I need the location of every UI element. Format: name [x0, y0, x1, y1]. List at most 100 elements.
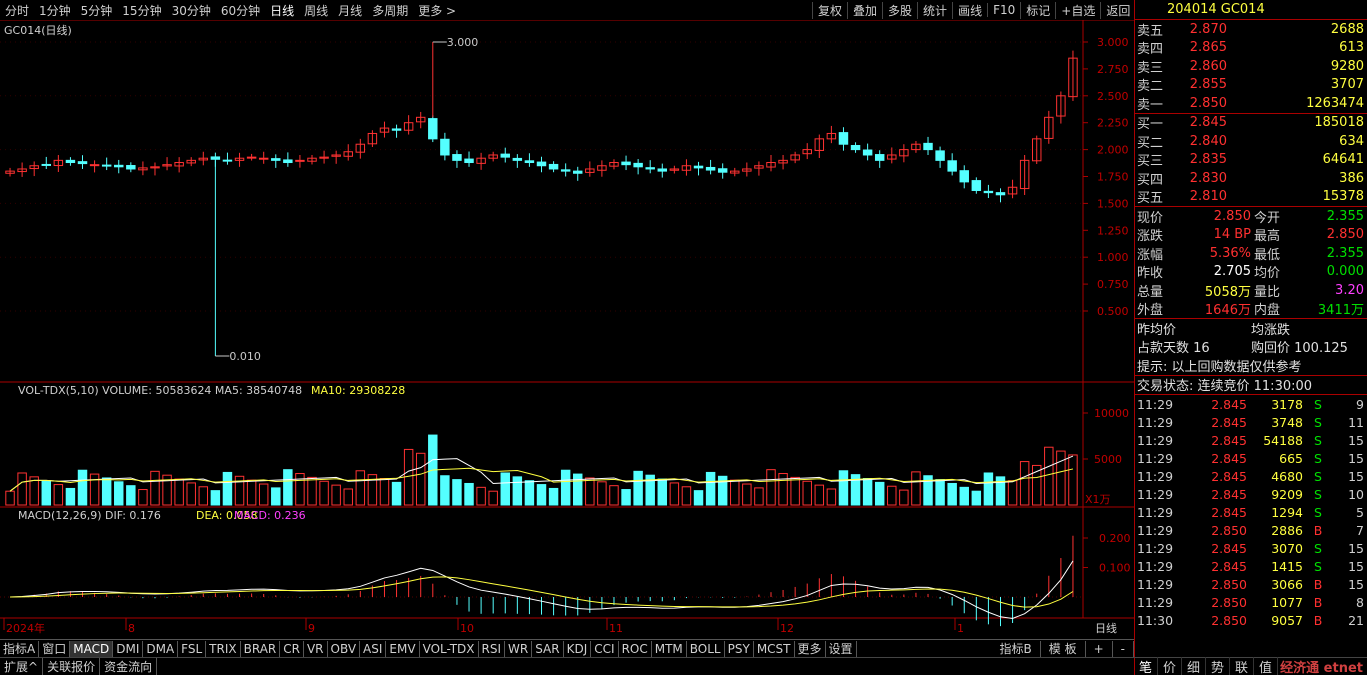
indicator-tab[interactable]: TRIX: [206, 640, 241, 657]
tick-price: 2.845: [1211, 504, 1247, 520]
panel-tab[interactable]: 值: [1254, 657, 1278, 675]
volume-bar: [560, 469, 571, 506]
bid-row[interactable]: 买四 2.830 386: [1135, 169, 1367, 188]
indicator-tab[interactable]: BOLL: [687, 640, 725, 657]
indicator-tab[interactable]: ROC: [619, 640, 652, 657]
tick-row[interactable]: 11:29 2.850 1077 B 8: [1135, 593, 1367, 611]
indicator-tab[interactable]: MCST: [754, 640, 795, 657]
tick-row[interactable]: 11:29 2.845 665 S 15: [1135, 449, 1367, 467]
indicator-tab[interactable]: BRAR: [241, 640, 281, 657]
tick-row[interactable]: 11:29 2.850 2886 B 7: [1135, 521, 1367, 539]
tick-row[interactable]: 11:29 2.845 1415 S 15: [1135, 557, 1367, 575]
ask-row[interactable]: 卖五 2.870 2688: [1135, 20, 1367, 39]
indicator-tab[interactable]: EMV: [386, 640, 420, 657]
tool-button[interactable]: 返回: [1100, 1, 1135, 19]
tool-button[interactable]: F10: [987, 3, 1020, 17]
ask-row[interactable]: 卖四 2.865 613: [1135, 39, 1367, 57]
bid-book: 买一 2.845 185018 买二 2.840 634 买三 2.835 64641 买四 2.8…: [1135, 114, 1367, 207]
ask-row[interactable]: 卖一 2.850 1263474: [1135, 94, 1367, 113]
indicator-tab[interactable]: PSY: [725, 640, 754, 657]
tick-price: 2.850: [1211, 576, 1247, 592]
period-tab[interactable]: 周线: [299, 2, 333, 19]
tick-row[interactable]: 11:29 2.845 3178 S 9: [1135, 395, 1367, 413]
indicator-tab[interactable]: DMI: [113, 640, 144, 657]
tool-button[interactable]: 多股: [882, 1, 917, 19]
bid-row[interactable]: 买二 2.840 634: [1135, 132, 1367, 151]
indicator-tab[interactable]: CCI: [591, 640, 619, 657]
indicator-tab[interactable]: 窗口: [39, 640, 71, 657]
indicator-tab[interactable]: DMA: [143, 640, 179, 657]
stat-value: 5058万: [1204, 284, 1251, 300]
period-tab[interactable]: 60分钟: [216, 2, 265, 19]
period-tab[interactable]: 15分钟: [117, 2, 166, 19]
indicator-tab[interactable]: 更多: [795, 640, 826, 657]
period-tab[interactable]: 更多 >: [413, 2, 461, 19]
tick-row[interactable]: 11:29 2.845 54188 S 15: [1135, 431, 1367, 449]
bid-row[interactable]: 买五 2.810 15378: [1135, 188, 1367, 207]
indicator-tab[interactable]: MACD: [70, 640, 114, 657]
tick-row[interactable]: 11:29 2.845 1294 S 5: [1135, 503, 1367, 521]
indicator-tab[interactable]: MTM: [652, 640, 687, 657]
tick-row[interactable]: 11:29 2.845 3070 S 15: [1135, 539, 1367, 557]
panel-tab[interactable]: 笔: [1134, 657, 1158, 675]
period-tab[interactable]: 月线: [333, 2, 367, 19]
tick-row[interactable]: 11:29 2.845 3748 S 11: [1135, 413, 1367, 431]
date-label: 12: [780, 622, 794, 635]
indicator-tab[interactable]: 设置: [826, 640, 857, 657]
period-tab[interactable]: 分时: [0, 2, 34, 19]
bid-row[interactable]: 买一 2.845 185018: [1135, 114, 1367, 132]
template-tab[interactable]: -: [1113, 640, 1134, 657]
price-axis-label: 2.250: [1097, 117, 1129, 130]
tool-button[interactable]: 统计: [917, 1, 952, 19]
indicator-tab[interactable]: WR: [505, 640, 533, 657]
template-tab[interactable]: +: [1086, 640, 1113, 657]
indicator-tab[interactable]: VOL-TDX: [420, 640, 479, 657]
indicator-tab[interactable]: SAR: [532, 640, 564, 657]
template-tab[interactable]: 模 板: [1041, 640, 1086, 657]
tick-row[interactable]: 11:30 2.850 9057 B 21: [1135, 611, 1367, 629]
tick-time: 11:29: [1137, 450, 1174, 466]
volume-bar: [452, 479, 462, 506]
tick-count: 5: [1356, 504, 1364, 520]
volume-bar: [705, 471, 716, 506]
indicator-tab[interactable]: CR: [280, 640, 304, 657]
tool-button[interactable]: 标记: [1020, 1, 1055, 19]
bid-label: 买五: [1137, 191, 1164, 207]
tick-row[interactable]: 11:29 2.850 3066 B 15: [1135, 575, 1367, 593]
template-tab[interactable]: 指标B: [992, 640, 1041, 657]
ask-row[interactable]: 卖三 2.860 9280: [1135, 57, 1367, 76]
tool-button[interactable]: 叠加: [847, 1, 882, 19]
indicator-tab[interactable]: RSI: [479, 640, 506, 657]
indicator-tab[interactable]: FSL: [178, 640, 207, 657]
indicator-tab[interactable]: ASI: [360, 640, 387, 657]
ask-row[interactable]: 卖二 2.855 3707: [1135, 76, 1367, 94]
indicator-tab[interactable]: OBV: [328, 640, 361, 657]
chart-bg: [0, 20, 1134, 639]
period-tab[interactable]: 5分钟: [76, 2, 118, 19]
period-tab[interactable]: 1分钟: [34, 2, 76, 19]
indicator-tab[interactable]: KDJ: [564, 640, 592, 657]
indicator-tab[interactable]: 指标A: [0, 640, 40, 657]
period-tab[interactable]: 30分钟: [167, 2, 216, 19]
bid-row[interactable]: 买三 2.835 64641: [1135, 151, 1367, 169]
panel-tab[interactable]: 势: [1206, 657, 1230, 675]
panel-tab[interactable]: 价: [1158, 657, 1182, 675]
tick-row[interactable]: 11:29 2.845 9209 S 10: [1135, 485, 1367, 503]
tool-button[interactable]: +自选: [1055, 1, 1100, 19]
indicator-tab[interactable]: VR: [304, 640, 328, 657]
tool-button[interactable]: 画线: [952, 1, 987, 19]
period-tab[interactable]: 日线: [265, 2, 299, 19]
extension-tab[interactable]: 扩展^: [0, 658, 44, 675]
extension-tab[interactable]: 关联报价: [43, 658, 101, 675]
tick-list[interactable]: 11:29 2.845 3178 S 9 11:29 2.845 3748 S 11 11:29 2.…: [1135, 395, 1367, 629]
period-tab[interactable]: 多周期: [367, 2, 413, 19]
candle-down: [548, 163, 559, 170]
tick-side: S: [1314, 414, 1322, 430]
extension-tab[interactable]: 资金流向: [100, 658, 158, 675]
panel-tab[interactable]: 联: [1230, 657, 1254, 675]
tool-button[interactable]: 复权: [812, 1, 847, 19]
tick-row[interactable]: 11:29 2.845 4680 S 15: [1135, 467, 1367, 485]
kline-chart[interactable]: 3.000 2.750 2.500 2.250 2.000 1.750 1.500 1.250…: [0, 20, 1134, 639]
tick-side: B: [1313, 612, 1323, 628]
panel-tab[interactable]: 细: [1182, 657, 1206, 675]
